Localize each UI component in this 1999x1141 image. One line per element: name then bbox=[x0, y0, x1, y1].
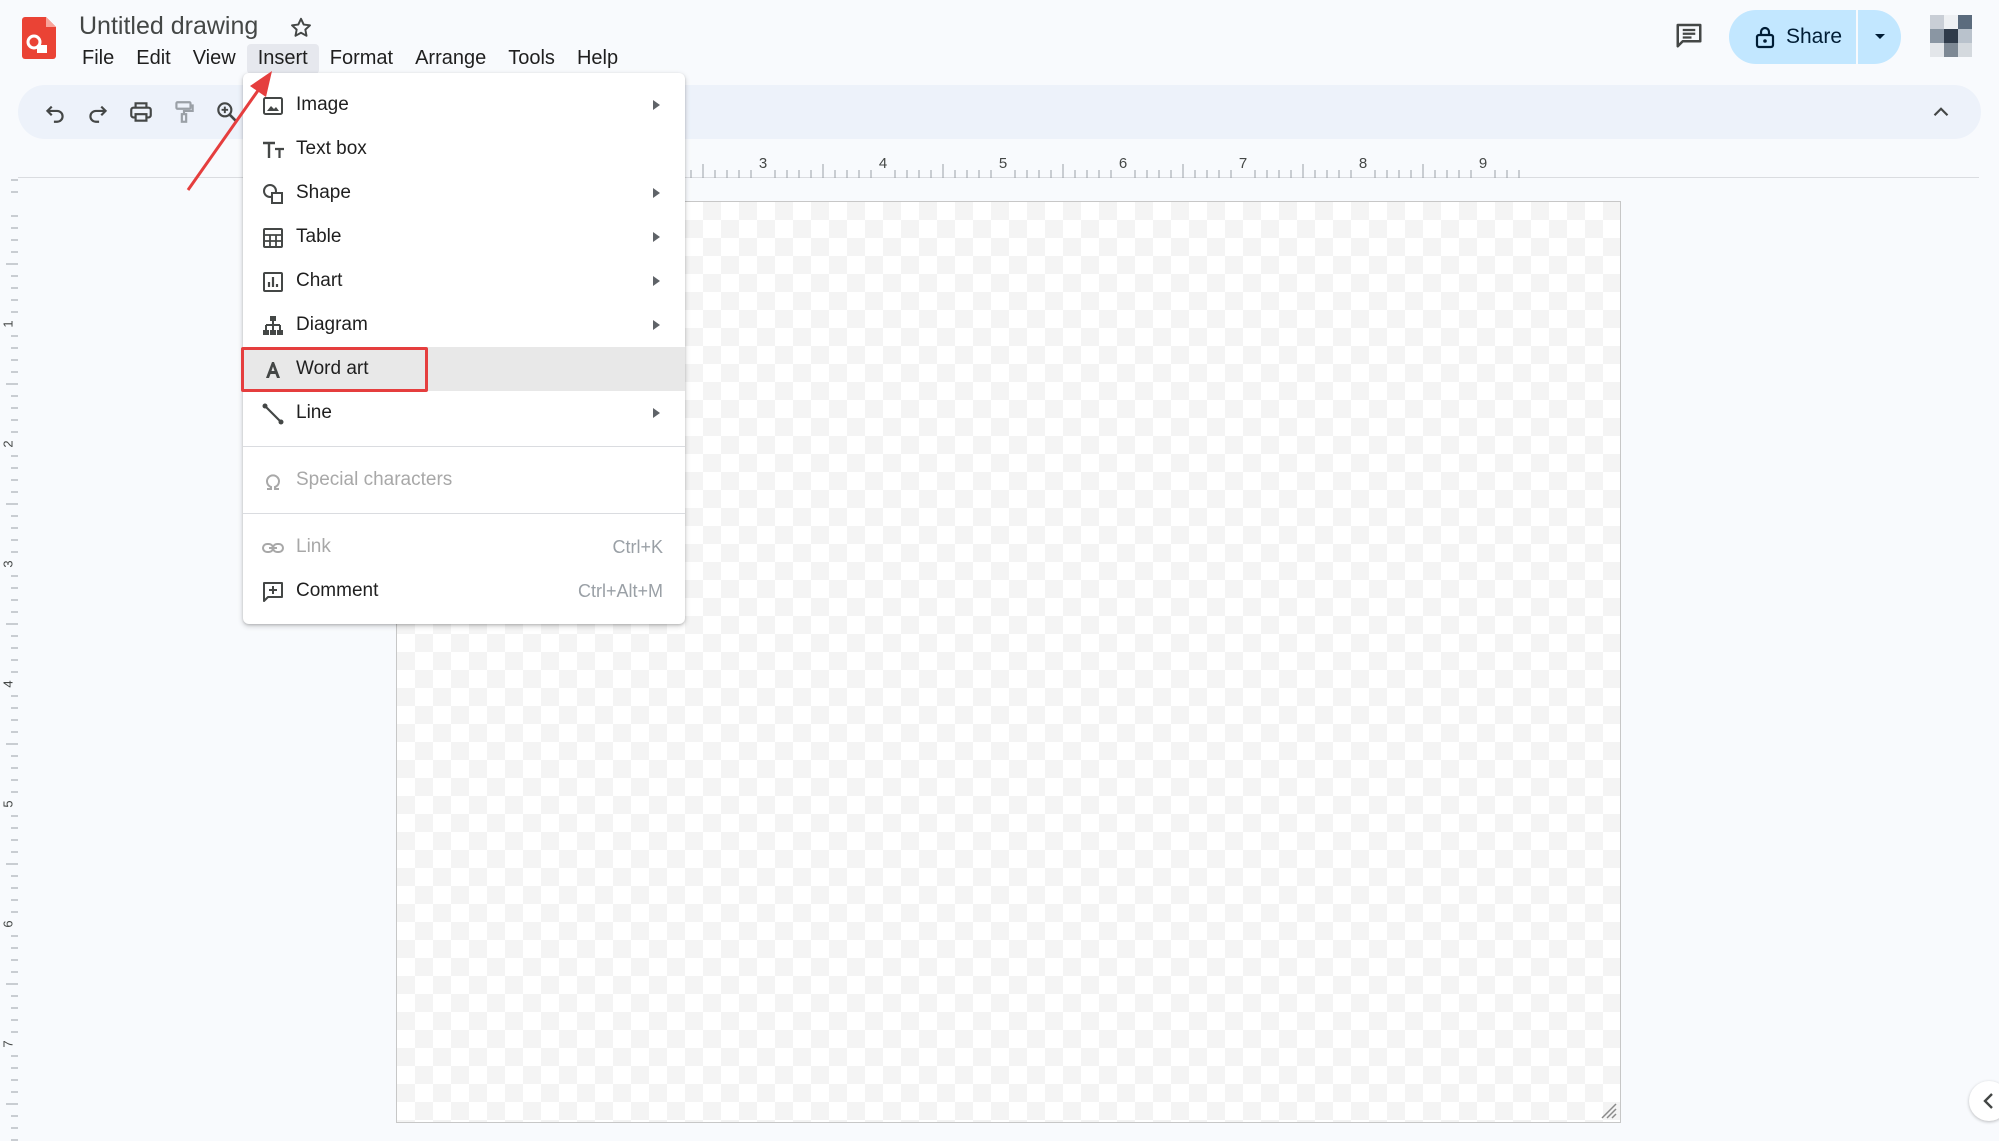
menu-help[interactable]: Help bbox=[566, 44, 629, 74]
submenu-arrow-icon bbox=[652, 275, 662, 287]
insert-chart-item[interactable]: Chart bbox=[243, 259, 685, 303]
insert-shape-label: Shape bbox=[296, 182, 351, 203]
side-panel-toggle-button[interactable] bbox=[1969, 1081, 1999, 1121]
insert-line-label: Line bbox=[296, 402, 332, 423]
word-art-highlight-box bbox=[241, 347, 428, 392]
lock-icon bbox=[1755, 25, 1775, 49]
drawings-logo-icon[interactable] bbox=[22, 17, 56, 59]
ruler-label: 5 bbox=[999, 155, 1007, 172]
ruler-label: 3 bbox=[759, 155, 767, 172]
resize-handle-icon[interactable] bbox=[1598, 1100, 1618, 1120]
submenu-arrow-icon bbox=[652, 231, 662, 243]
collapse-toolbar-icon[interactable] bbox=[1928, 99, 1954, 125]
insert-chart-label: Chart bbox=[296, 270, 343, 291]
omega-icon bbox=[261, 469, 285, 493]
submenu-arrow-icon bbox=[652, 99, 662, 111]
ruler-label: 1 bbox=[0, 320, 15, 327]
insert-comment-item[interactable]: Comment Ctrl+Alt+M bbox=[243, 569, 685, 613]
insert-image-item[interactable]: Image bbox=[243, 83, 685, 127]
insert-diagram-item[interactable]: Diagram bbox=[243, 303, 685, 347]
chevron-left-icon bbox=[1983, 1093, 1993, 1109]
undo-icon[interactable] bbox=[42, 99, 68, 125]
annotation-arrow-icon bbox=[180, 66, 290, 196]
insert-special-characters-item[interactable]: Special characters bbox=[243, 458, 685, 502]
ruler-label: 6 bbox=[1119, 155, 1127, 172]
insert-table-label: Table bbox=[296, 226, 342, 247]
submenu-arrow-icon bbox=[652, 407, 662, 419]
comment-shortcut: Ctrl+Alt+M bbox=[577, 581, 663, 601]
ruler-label: 3 bbox=[0, 560, 15, 567]
menu-format[interactable]: Format bbox=[319, 44, 404, 74]
insert-link-label: Link bbox=[296, 536, 331, 557]
ruler-label: 5 bbox=[0, 800, 15, 807]
avatar[interactable] bbox=[1930, 15, 1972, 57]
comment-add-icon bbox=[261, 580, 285, 604]
menu-edit[interactable]: Edit bbox=[125, 44, 181, 74]
insert-text-box-label: Text box bbox=[296, 138, 367, 159]
ruler-label: 2 bbox=[0, 440, 15, 447]
ruler-label: 9 bbox=[1479, 155, 1487, 172]
insert-special-characters-label: Special characters bbox=[296, 469, 453, 490]
insert-shape-item[interactable]: Shape bbox=[243, 171, 685, 215]
share-dropdown-button[interactable] bbox=[1858, 10, 1901, 64]
menu-tools[interactable]: Tools bbox=[497, 44, 566, 74]
share-label: Share bbox=[1786, 25, 1843, 48]
star-icon[interactable] bbox=[288, 15, 314, 41]
menu-arrange[interactable]: Arrange bbox=[404, 44, 497, 74]
ruler-label: 6 bbox=[0, 920, 15, 927]
ruler-label: 7 bbox=[0, 1040, 15, 1047]
ruler-label: 4 bbox=[0, 680, 15, 687]
chart-icon bbox=[261, 270, 285, 294]
insert-comment-label: Comment bbox=[296, 580, 379, 601]
ruler-label: 4 bbox=[879, 155, 887, 172]
share-button-group: Share bbox=[1729, 10, 1901, 64]
submenu-arrow-icon bbox=[652, 319, 662, 331]
link-shortcut: Ctrl+K bbox=[612, 537, 663, 557]
line-icon bbox=[261, 402, 285, 426]
insert-text-box-item[interactable]: Text box bbox=[243, 127, 685, 171]
vertical-ruler: 1 2 3 4 5 6 7 bbox=[0, 179, 18, 1141]
table-icon bbox=[261, 226, 285, 250]
insert-line-item[interactable]: Line bbox=[243, 391, 685, 435]
insert-table-item[interactable]: Table bbox=[243, 215, 685, 259]
ruler-label: 8 bbox=[1359, 155, 1367, 172]
menubar: File Edit View Insert Format Arrange Too… bbox=[71, 44, 629, 74]
redo-icon[interactable] bbox=[85, 99, 111, 125]
diagram-icon bbox=[261, 314, 285, 338]
caret-down-icon bbox=[1873, 32, 1887, 42]
menu-separator bbox=[243, 513, 685, 514]
print-icon[interactable] bbox=[128, 99, 154, 125]
insert-link-item[interactable]: Link Ctrl+K bbox=[243, 525, 685, 569]
link-icon bbox=[261, 536, 285, 560]
insert-image-label: Image bbox=[296, 94, 349, 115]
insert-diagram-label: Diagram bbox=[296, 314, 368, 335]
comments-icon[interactable] bbox=[1673, 20, 1713, 56]
submenu-arrow-icon bbox=[652, 187, 662, 199]
share-button[interactable]: Share bbox=[1729, 10, 1855, 64]
doc-title[interactable]: Untitled drawing bbox=[79, 12, 258, 41]
ruler-label: 7 bbox=[1239, 155, 1247, 172]
horizontal-ruler: 3 4 5 6 7 8 9 bbox=[690, 155, 1520, 178]
menu-separator bbox=[243, 446, 685, 447]
menu-file[interactable]: File bbox=[71, 44, 125, 74]
